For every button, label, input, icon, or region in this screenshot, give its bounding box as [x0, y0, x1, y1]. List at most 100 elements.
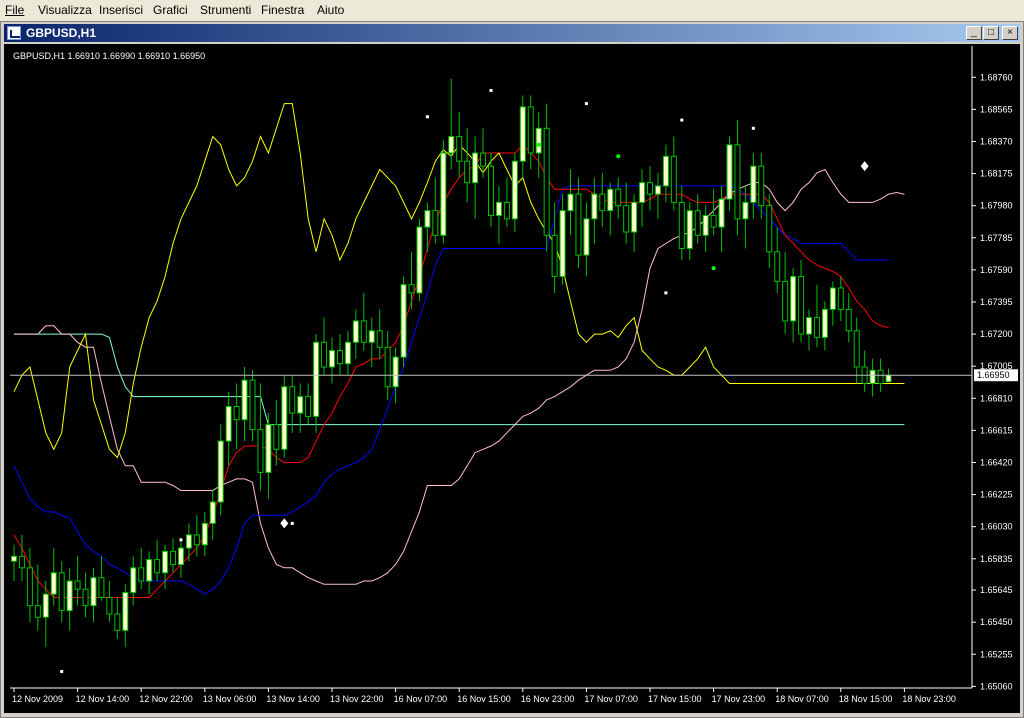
candle-body: [336, 350, 343, 365]
candle-body: [106, 596, 113, 615]
candle-body: [34, 605, 41, 618]
candle-body: [511, 160, 518, 220]
candle-body: [694, 210, 701, 236]
price-tick-label: 1.68760: [980, 72, 1013, 82]
candle-body: [416, 226, 423, 294]
candle-body: [472, 152, 479, 184]
candle-body: [241, 379, 248, 421]
candle-body: [225, 406, 232, 442]
time-tick-label: 18 Nov 15:00: [839, 694, 893, 704]
chart-window: GBPUSD,H1 _ □ × 1.68760 1.68565 1.68370 1.6…: [0, 21, 1024, 718]
candle-body: [321, 341, 328, 368]
candle-body: [11, 555, 17, 562]
fractal-down-dot: [60, 670, 64, 674]
candle-body: [464, 160, 471, 184]
price-tick-label: 1.66615: [980, 425, 1013, 435]
fractal-down-dot: [290, 521, 294, 525]
candle-body: [519, 106, 526, 162]
price-tick-label: 1.67395: [980, 297, 1013, 307]
candle-body: [599, 193, 606, 212]
candle-body: [686, 210, 693, 249]
menu-file[interactable]: File: [5, 3, 24, 17]
signal-dot: [536, 142, 541, 147]
time-tick-label: 13 Nov 22:00: [330, 694, 384, 704]
candle-body: [702, 215, 709, 236]
candle-body: [559, 210, 566, 277]
candle-body: [670, 155, 677, 203]
candle-body: [114, 613, 121, 631]
candle-body: [575, 193, 582, 256]
minimize-button[interactable]: _: [966, 26, 982, 40]
menu-aiuto[interactable]: Aiuto: [317, 3, 344, 17]
candle-body: [726, 144, 733, 200]
candle-body: [440, 152, 447, 236]
maximize-button[interactable]: □: [983, 26, 999, 40]
chart-area[interactable]: 1.68760 1.68565 1.68370 1.68175 1.67980 1.677…: [4, 44, 1020, 713]
candle-body: [742, 201, 749, 220]
menu-visualizza[interactable]: Visualizza: [38, 3, 92, 17]
price-tick-label: 1.66810: [980, 393, 1013, 403]
window-titlebar[interactable]: GBPUSD,H1 _ □ ×: [4, 24, 1020, 42]
price-tick-label: 1.65450: [980, 617, 1013, 627]
candle-body: [432, 210, 439, 236]
candle-body: [615, 188, 622, 207]
signal-dot: [711, 266, 716, 271]
candle-body: [360, 320, 367, 343]
symbol-info: GBPUSD,H1 1.66910 1.66990 1.66910 1.6695…: [13, 51, 205, 61]
candle-body: [527, 106, 534, 154]
time-tick-label: 13 Nov 14:00: [266, 694, 320, 704]
time-tick-label: 17 Nov 15:00: [648, 694, 702, 704]
menu-inserisci[interactable]: Inserisci: [99, 3, 143, 17]
candle-body: [257, 429, 264, 473]
candle-body: [305, 396, 312, 417]
current-price-label: 1.66950: [977, 370, 1010, 380]
candle-body: [829, 287, 836, 310]
price-tick-label: 1.66420: [980, 457, 1013, 467]
candle-body: [249, 379, 256, 431]
fractal-up-dot: [489, 88, 493, 92]
candle-body: [654, 185, 661, 195]
candle-body: [281, 386, 288, 450]
chart-window-icon[interactable]: [7, 26, 21, 40]
candle-body: [480, 152, 487, 167]
candle-body: [662, 155, 669, 187]
candle-body: [567, 193, 574, 212]
candle-body: [424, 210, 431, 228]
price-tick-label: 1.66225: [980, 490, 1013, 500]
price-tick-label: 1.65255: [980, 649, 1013, 659]
close-button[interactable]: ×: [1002, 26, 1018, 40]
time-tick-label: 18 Nov 07:00: [775, 694, 829, 704]
candle-body: [384, 346, 391, 388]
time-tick-label: 17 Nov 07:00: [584, 694, 638, 704]
menu-grafici[interactable]: Grafici: [153, 3, 188, 17]
candle-body: [98, 577, 105, 598]
candle-body: [503, 201, 510, 220]
candle-body: [400, 284, 407, 358]
price-chart[interactable]: 1.68760 1.68565 1.68370 1.68175 1.67980 1.677…: [4, 44, 1020, 713]
candle-body: [877, 369, 884, 384]
candle-body: [66, 580, 73, 612]
candle-body: [130, 567, 137, 594]
fractal-down-dot: [664, 291, 668, 295]
menu-finestra[interactable]: Finestra: [261, 3, 304, 17]
candle-body: [297, 396, 304, 414]
candle-body: [631, 201, 638, 233]
price-tick-label: 1.68370: [980, 136, 1013, 146]
price-tick-label: 1.65835: [980, 554, 1013, 564]
candle-body: [209, 501, 216, 524]
candle-body: [853, 330, 860, 368]
candle-body: [58, 572, 65, 612]
candle-body: [821, 308, 828, 338]
candle-body: [790, 275, 797, 322]
candle-body: [146, 559, 153, 582]
menu-strumenti[interactable]: Strumenti: [200, 3, 251, 17]
candle-body: [177, 547, 184, 566]
candle-body: [758, 165, 765, 207]
candle-body: [710, 215, 717, 228]
candle-body: [217, 440, 224, 503]
candle-body: [392, 356, 399, 388]
candle-body: [623, 205, 630, 233]
time-tick-label: 13 Nov 06:00: [203, 694, 257, 704]
price-tick-label: 1.68175: [980, 169, 1013, 179]
candle-body: [26, 567, 33, 607]
